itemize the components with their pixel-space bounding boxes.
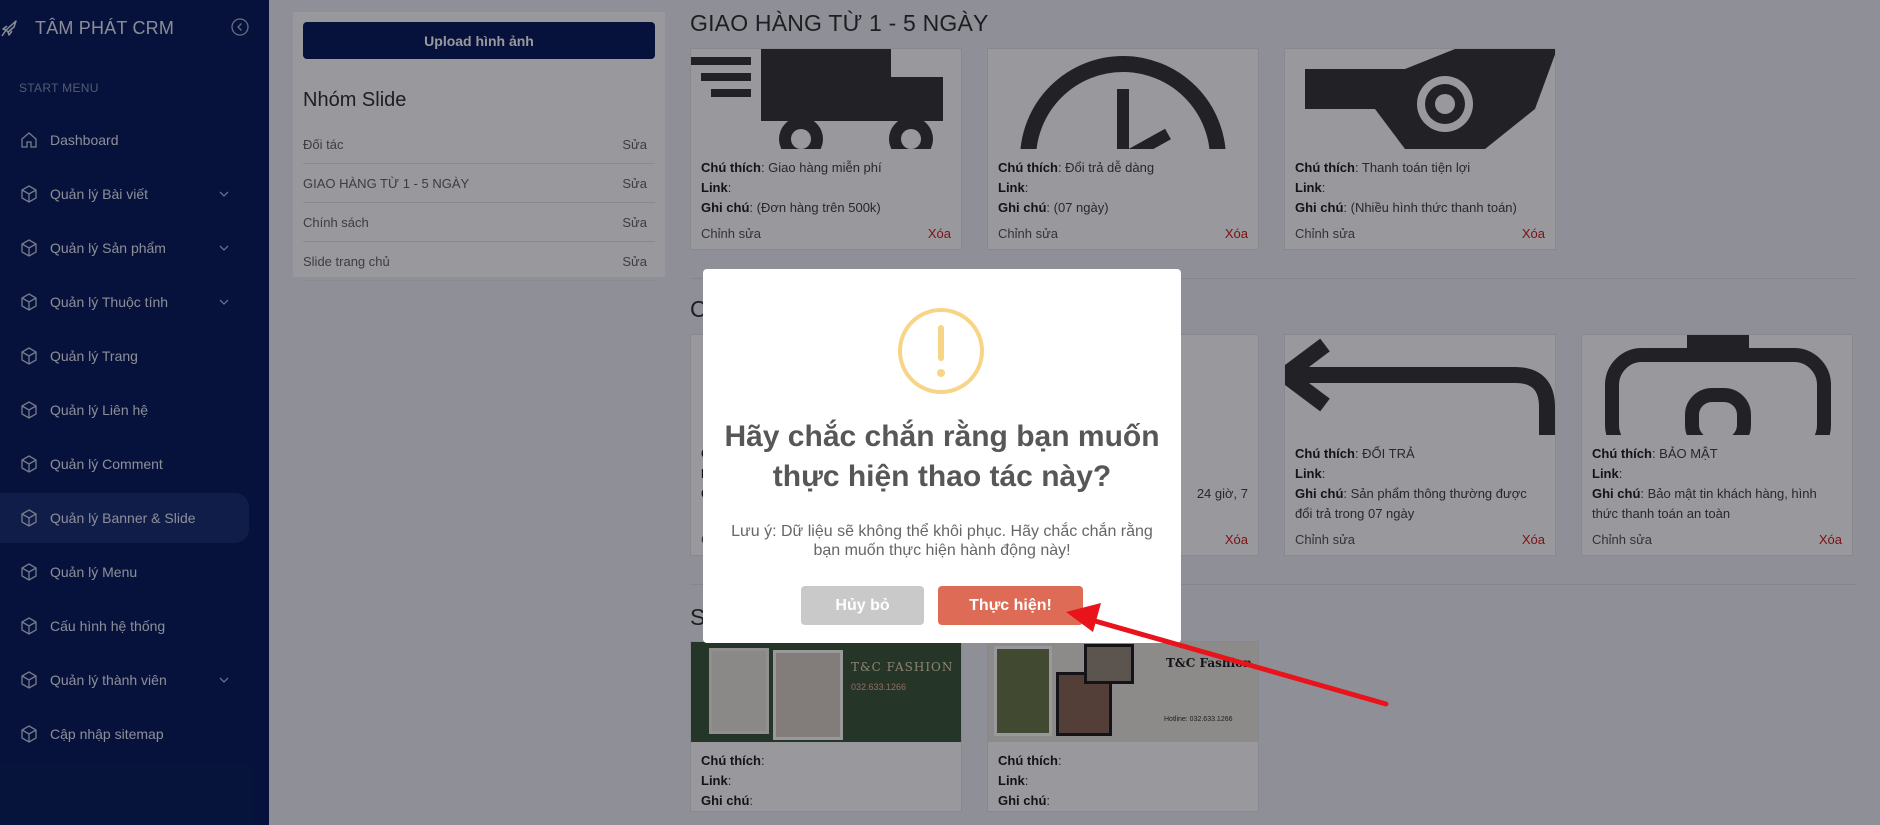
confirm-button[interactable]: Thực hiện!: [938, 586, 1083, 625]
dialog-message: Lưu ý: Dữ liệu sẽ không thể khôi phục. H…: [731, 523, 1153, 559]
warning-icon: [898, 308, 984, 394]
cancel-button[interactable]: Hủy bỏ: [801, 586, 924, 625]
confirm-dialog: Hãy chắc chắn rằng bạn muốn thực hiện th…: [703, 269, 1181, 643]
dialog-title: Hãy chắc chắn rằng bạn muốn thực hiện th…: [724, 420, 1160, 493]
